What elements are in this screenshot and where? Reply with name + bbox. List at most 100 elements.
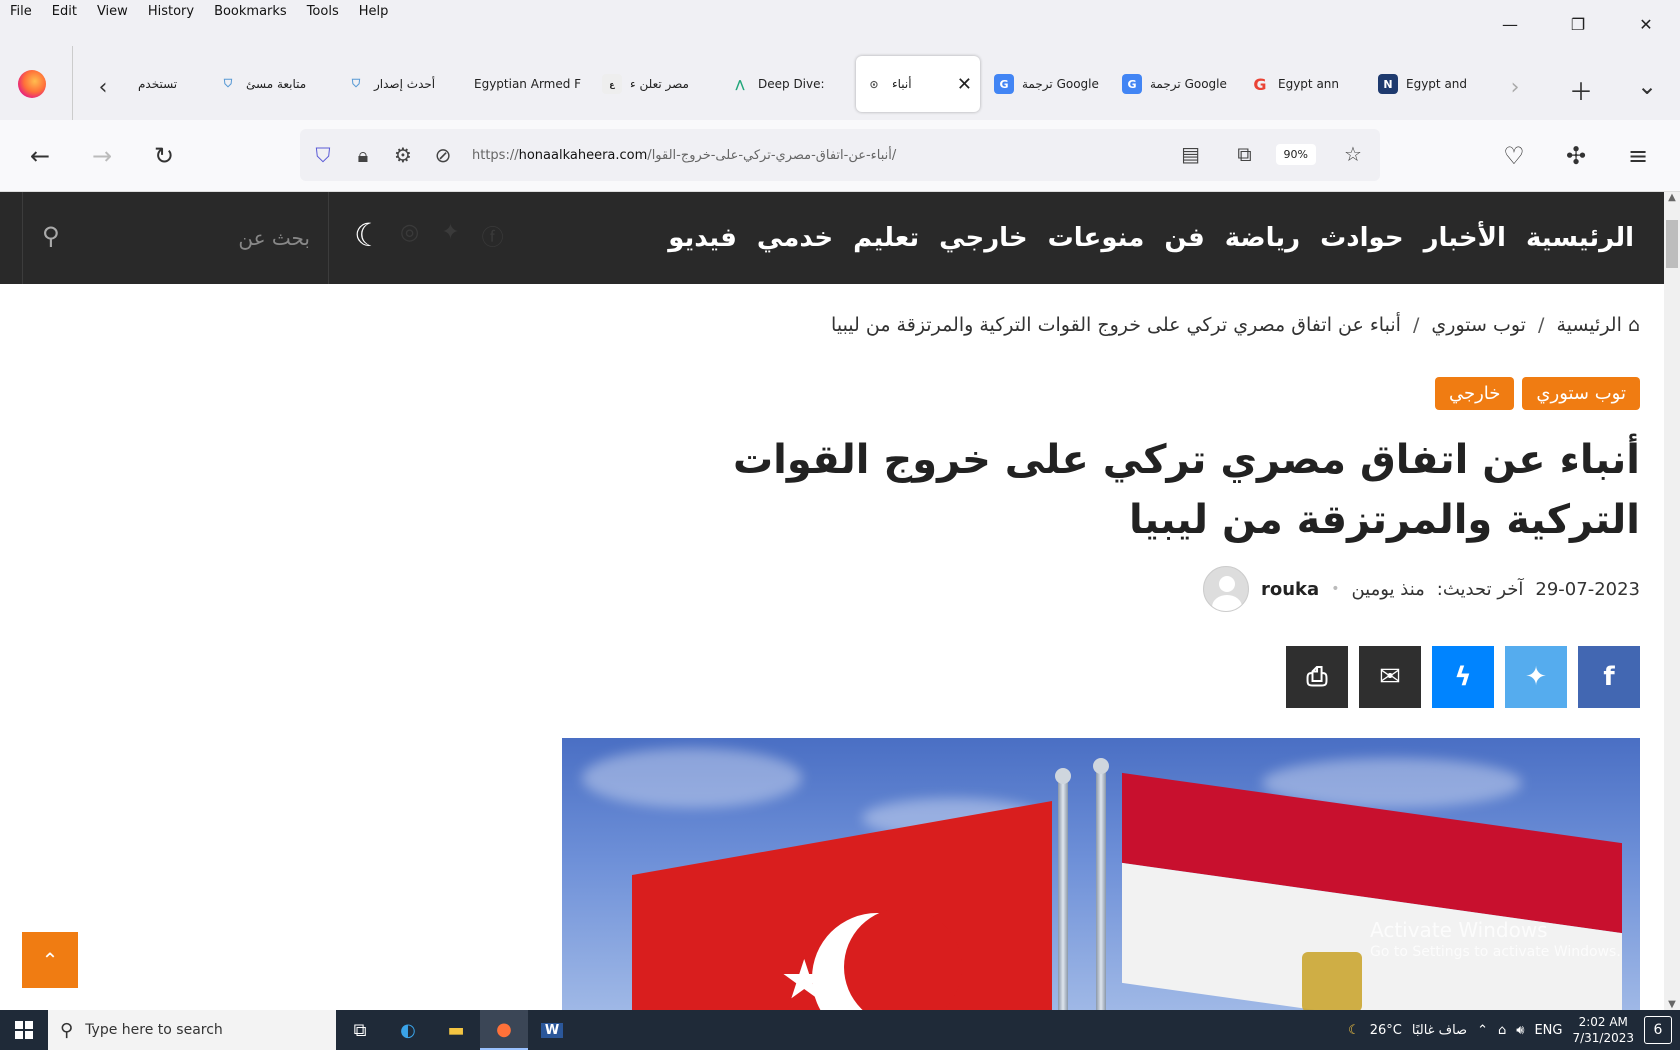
article-meta: rouka • منذ يومين آخر تحديث: 29-07-2023 — [1203, 566, 1640, 612]
bookmark-star-icon[interactable]: ☆ — [1336, 137, 1370, 171]
tab-item[interactable]: تستخدم — [130, 56, 210, 112]
breadcrumb-home[interactable]: الرئيسية — [1556, 314, 1621, 336]
url-text[interactable]: https://honaalkaheera.com/أنباء-عن-اتفاق… — [472, 148, 896, 163]
forward-icon[interactable]: → — [84, 138, 120, 174]
tab-list: تستخدم ⛉ متابعة مسئ ⛉ أحدث إصدار Egyptia… — [130, 52, 1490, 116]
scroll-up-icon[interactable]: ▲ — [1664, 192, 1680, 203]
word-icon[interactable]: W — [528, 1010, 576, 1050]
nav-accidents[interactable]: حوادث — [1320, 223, 1403, 253]
tab-item[interactable]: Egyptian Armed F — [466, 56, 594, 112]
lock-icon[interactable]: 🔒︎ — [346, 138, 380, 172]
new-tab-icon[interactable]: ＋ — [1548, 72, 1614, 107]
tab-item[interactable]: ⋀ Deep Dive: — [722, 56, 850, 112]
task-view-icon[interactable]: ⧉ — [336, 1010, 384, 1050]
taskbar-search-box[interactable]: ⚲ Type here to search — [48, 1010, 336, 1050]
extensions-icon[interactable]: ✣ — [1558, 138, 1594, 174]
breadcrumb-section[interactable]: توب ستوري — [1431, 314, 1526, 336]
network-icon[interactable]: ⌂ — [1498, 1023, 1506, 1038]
clock[interactable]: 2:02 AM 7/31/2023 — [1572, 1014, 1634, 1046]
firefox-logo-icon[interactable] — [18, 70, 46, 98]
menu-bookmarks[interactable]: Bookmarks — [204, 4, 297, 19]
facebook-icon[interactable]: ⓕ — [482, 220, 504, 252]
share-twitter-button[interactable]: ✦ — [1505, 646, 1567, 708]
back-to-top-button[interactable]: ⌃ — [22, 932, 78, 988]
scroll-down-icon[interactable]: ▼ — [1664, 999, 1680, 1010]
permissions-icon[interactable]: ⚙ — [386, 138, 420, 172]
category-badge[interactable]: خارجي — [1434, 377, 1515, 410]
nav-education[interactable]: تعليم — [853, 223, 919, 253]
zoom-level[interactable]: 90% — [1275, 143, 1316, 165]
weather-text[interactable]: صاف غالبًا — [1412, 1023, 1467, 1038]
twitter-icon[interactable]: ✦ — [441, 220, 459, 252]
tracking-shield-icon[interactable]: ⛉ — [306, 138, 340, 172]
nav-art[interactable]: فن — [1164, 223, 1204, 253]
tab-scroll-left-icon[interactable]: ‹ — [88, 72, 118, 102]
minimize-icon[interactable]: — — [1476, 0, 1544, 48]
file-explorer-icon[interactable]: ▬ — [432, 1010, 480, 1050]
dark-mode-toggle-icon[interactable]: ☾ — [354, 216, 383, 254]
menu-history[interactable]: History — [138, 4, 204, 19]
tray-chevron-icon[interactable]: ⌃ — [1477, 1023, 1488, 1038]
page-scrollbar[interactable]: ▲ ▼ — [1664, 192, 1680, 1010]
picture-in-picture-icon[interactable]: ⧉ — [1228, 137, 1262, 171]
nav-sports[interactable]: رياضة — [1225, 223, 1300, 253]
nav-video[interactable]: فيديو — [668, 223, 737, 253]
menu-help[interactable]: Help — [349, 4, 399, 19]
reader-view-icon[interactable]: ▤ — [1174, 137, 1208, 171]
activate-windows-watermark: Activate Windows Go to Settings to activ… — [1370, 918, 1621, 960]
weather-icon[interactable]: ☾ — [1348, 1023, 1360, 1038]
site-header: الرئيسية الأخبار حوادث رياضة فن منوعات خ… — [0, 192, 1664, 284]
tab-scroll-right-icon[interactable]: › — [1500, 72, 1530, 102]
menu-view[interactable]: View — [87, 4, 138, 19]
scroll-thumb[interactable] — [1666, 220, 1678, 268]
menu-edit[interactable]: Edit — [42, 4, 87, 19]
firefox-taskbar-icon[interactable]: ● — [480, 1010, 528, 1050]
avatar[interactable] — [1203, 566, 1249, 612]
share-facebook-button[interactable]: f — [1578, 646, 1640, 708]
breadcrumb-separator: / — [1537, 314, 1545, 336]
notification-center-icon[interactable]: 6 — [1644, 1016, 1672, 1044]
nav-misc[interactable]: منوعات — [1048, 223, 1145, 253]
back-icon[interactable]: ← — [22, 138, 58, 174]
instagram-icon[interactable]: ◎ — [400, 220, 419, 252]
author-name[interactable]: rouka — [1261, 579, 1319, 600]
close-window-icon[interactable]: ✕ — [1612, 0, 1680, 48]
autoplay-blocked-icon[interactable]: ⊘ — [426, 138, 460, 172]
tab-item[interactable]: G Egypt ann — [1242, 56, 1370, 112]
search-icon[interactable]: ⚲ — [42, 222, 60, 250]
nav-news[interactable]: الأخبار — [1424, 223, 1506, 253]
share-email-button[interactable]: ✉ — [1359, 646, 1421, 708]
tab-item[interactable]: ⛉ متابعة مسئ — [210, 56, 338, 112]
start-button[interactable] — [0, 1010, 48, 1050]
nav-foreign[interactable]: خارجي — [939, 223, 1028, 253]
tab-item[interactable]: ع مصر تعلن ء — [594, 56, 722, 112]
menu-file[interactable]: File — [0, 4, 42, 19]
share-messenger-button[interactable]: ϟ — [1432, 646, 1494, 708]
tab-active[interactable]: ⊙ أنباء ✕ — [856, 56, 980, 112]
menu-tools[interactable]: Tools — [297, 4, 349, 19]
share-buttons: f ✦ ϟ ✉ ⎙ — [1286, 646, 1640, 708]
tab-item[interactable]: G ترجمة Google — [1114, 56, 1242, 112]
list-tabs-icon[interactable]: ⌄ — [1614, 72, 1680, 107]
print-button[interactable]: ⎙ — [1286, 646, 1348, 708]
reload-icon[interactable]: ↻ — [146, 138, 182, 174]
language-indicator[interactable]: ENG — [1534, 1023, 1562, 1038]
volume-icon[interactable]: 🔊︎ — [1516, 1023, 1524, 1038]
edge-icon[interactable]: ◐ — [384, 1010, 432, 1050]
site-search-input[interactable] — [80, 220, 310, 256]
nav-home[interactable]: الرئيسية — [1526, 223, 1634, 253]
restore-icon[interactable]: ❐ — [1544, 0, 1612, 48]
category-badge[interactable]: توب ستوري — [1522, 377, 1640, 410]
url-bar[interactable]: ⛉ 🔒︎ ⚙ ⊘ https://honaalkaheera.com/أنباء… — [300, 129, 1380, 181]
twitter-bird-icon: ✦ — [1525, 662, 1547, 692]
tab-item[interactable]: N Egypt and — [1370, 56, 1490, 112]
nav-services[interactable]: خدمي — [757, 223, 833, 253]
tab-close-icon[interactable]: ✕ — [957, 74, 972, 95]
flag-pole — [1096, 768, 1106, 1010]
weather-temp[interactable]: 26°C — [1370, 1023, 1402, 1038]
eagle-emblem-icon — [1302, 952, 1362, 1010]
tab-item[interactable]: ⛉ أحدث إصدار — [338, 56, 466, 112]
app-menu-icon[interactable]: ≡ — [1620, 138, 1656, 174]
pocket-icon[interactable]: ♡ — [1496, 138, 1532, 174]
tab-item[interactable]: G ترجمة Google — [986, 56, 1114, 112]
